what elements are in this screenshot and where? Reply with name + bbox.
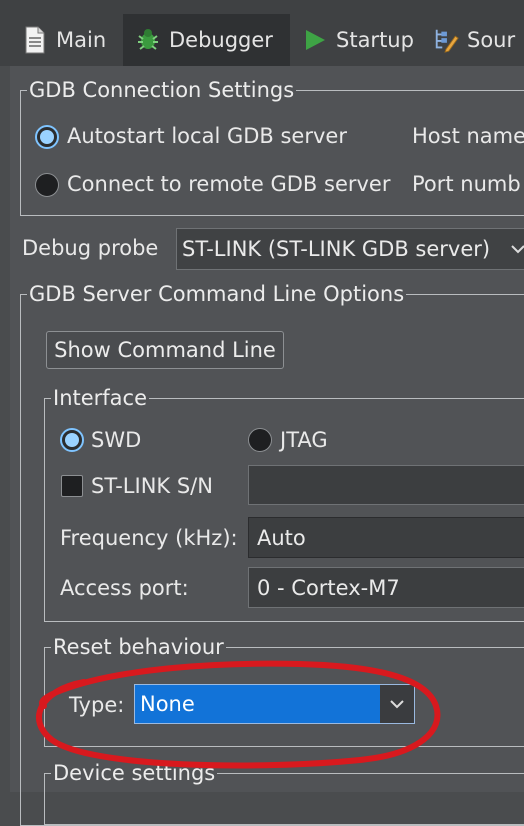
show-command-line-label: Show Command Line bbox=[54, 338, 276, 362]
document-icon bbox=[22, 25, 48, 55]
autostart-label[interactable]: Autostart local GDB server bbox=[67, 124, 347, 148]
reset-behaviour-legend: Reset behaviour bbox=[53, 635, 224, 659]
debug-probe-select[interactable]: ST-LINK (ST-LINK GDB server) bbox=[176, 228, 524, 270]
jtag-radio[interactable] bbox=[248, 428, 272, 452]
play-icon bbox=[302, 25, 328, 55]
interface-legend: Interface bbox=[53, 386, 148, 410]
gdb-server-options-legend: GDB Server Command Line Options bbox=[29, 282, 405, 306]
swd-label[interactable]: SWD bbox=[91, 428, 141, 452]
tab-startup[interactable]: Startup bbox=[302, 14, 414, 66]
tab-main[interactable]: Main bbox=[22, 14, 106, 66]
tab-source[interactable]: Sour bbox=[433, 14, 515, 66]
frequency-value: Auto bbox=[257, 525, 306, 550]
device-settings-legend: Device settings bbox=[53, 761, 216, 785]
device-settings-group: Device settings bbox=[44, 763, 524, 825]
frequency-select[interactable]: Auto bbox=[248, 517, 524, 558]
debug-probe-value: ST-LINK (ST-LINK GDB server) bbox=[182, 237, 491, 261]
reset-type-select[interactable]: None bbox=[134, 684, 415, 724]
swd-radio[interactable] bbox=[60, 428, 84, 452]
access-port-select[interactable]: 0 - Cortex-M7 bbox=[248, 567, 524, 608]
reset-type-value: None bbox=[140, 692, 195, 716]
remote-label[interactable]: Connect to remote GDB server bbox=[67, 172, 391, 196]
reset-type-label: Type: bbox=[69, 693, 125, 717]
source-icon bbox=[433, 25, 459, 55]
stlink-sn-label[interactable]: ST-LINK S/N bbox=[91, 474, 213, 498]
show-command-line-button[interactable]: Show Command Line bbox=[46, 331, 284, 369]
stlink-sn-input[interactable] bbox=[248, 465, 524, 505]
gdb-connection-legend: GDB Connection Settings bbox=[29, 78, 295, 102]
tab-debugger-label: Debugger bbox=[169, 28, 273, 52]
autostart-radio[interactable] bbox=[35, 125, 59, 149]
host-name-label: Host name bbox=[412, 124, 524, 148]
bug-icon bbox=[135, 25, 161, 55]
tab-source-label: Sour bbox=[467, 28, 516, 52]
tab-startup-label: Startup bbox=[336, 28, 414, 52]
chevron-down-icon[interactable] bbox=[380, 685, 414, 723]
debug-probe-label: Debug probe bbox=[22, 236, 159, 260]
port-number-label: Port numb bbox=[412, 172, 521, 196]
tab-debugger[interactable]: Debugger bbox=[123, 14, 290, 66]
chevron-down-icon[interactable] bbox=[511, 229, 524, 269]
tab-main-label: Main bbox=[56, 28, 107, 52]
frequency-label: Frequency (kHz): bbox=[60, 526, 238, 550]
stlink-sn-checkbox[interactable] bbox=[61, 475, 83, 497]
jtag-label[interactable]: JTAG bbox=[280, 428, 328, 452]
remote-radio[interactable] bbox=[35, 173, 59, 197]
access-port-label: Access port: bbox=[60, 576, 189, 600]
access-port-value: 0 - Cortex-M7 bbox=[257, 575, 400, 600]
